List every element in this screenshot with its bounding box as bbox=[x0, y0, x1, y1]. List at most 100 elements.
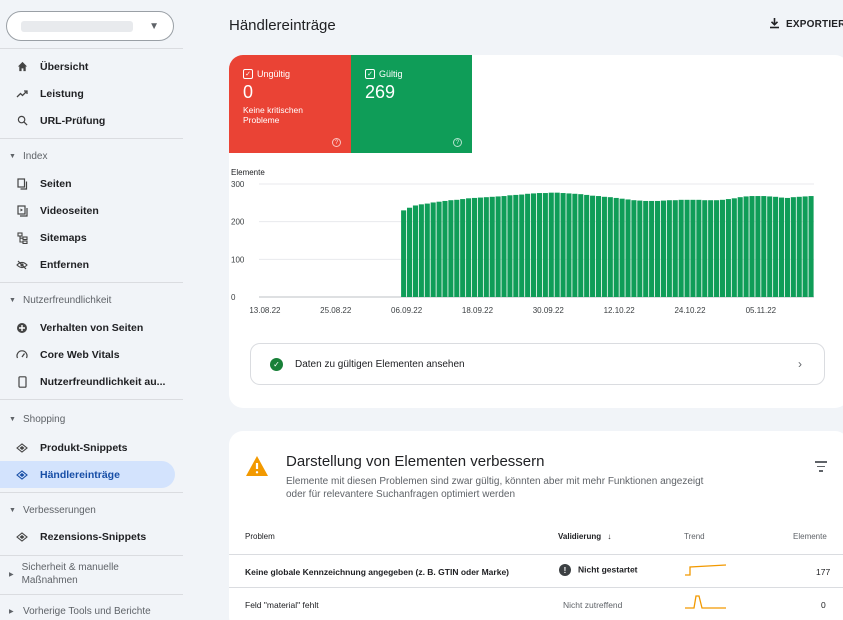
help-icon[interactable]: ? bbox=[332, 138, 341, 147]
chart-bar[interactable] bbox=[489, 196, 495, 297]
chart-bar[interactable] bbox=[684, 199, 690, 297]
sidebar-item-review-snippets[interactable]: Rezensions-Snippets bbox=[0, 523, 175, 550]
chart-bar[interactable] bbox=[595, 196, 602, 297]
chart-bar[interactable] bbox=[690, 199, 696, 297]
chart-bar[interactable] bbox=[625, 199, 631, 297]
sidebar-item-core-web-vitals[interactable]: Core Web Vitals bbox=[0, 341, 175, 368]
chart-bar[interactable] bbox=[767, 196, 773, 297]
export-button[interactable]: EXPORTIER bbox=[769, 17, 843, 32]
sidebar-item-mobile-usability[interactable]: Nutzerfreundlichkeit au... bbox=[0, 368, 175, 395]
chart-bar[interactable] bbox=[672, 200, 678, 297]
section-shopping[interactable]: ▼ Shopping bbox=[0, 408, 65, 430]
chart-bar[interactable] bbox=[548, 192, 554, 297]
sidebar-item-sitemaps[interactable]: Sitemaps bbox=[0, 224, 175, 251]
section-index[interactable]: ▼ Index bbox=[0, 145, 47, 167]
chart-bar[interactable] bbox=[714, 200, 720, 297]
chart-bar[interactable] bbox=[678, 199, 684, 297]
chart-bar[interactable] bbox=[424, 203, 430, 297]
chart-bar[interactable] bbox=[755, 196, 761, 297]
chart-bar[interactable] bbox=[660, 200, 666, 297]
help-icon[interactable]: ? bbox=[453, 138, 462, 147]
chart-bar[interactable] bbox=[560, 193, 566, 297]
column-header-items[interactable]: Elemente bbox=[793, 532, 827, 541]
section-legacy-tools[interactable]: ▶ Vorherige Tools und Berichte bbox=[0, 600, 151, 620]
chart-bar[interactable] bbox=[601, 196, 607, 297]
section-security[interactable]: ▶ Sicherheit & manuelle Maßnahmen bbox=[0, 561, 150, 586]
chart-bar[interactable] bbox=[454, 199, 460, 297]
chart-bar[interactable] bbox=[590, 195, 596, 297]
chart-bar[interactable] bbox=[442, 200, 448, 297]
sidebar-item-video-pages[interactable]: Videoseiten bbox=[0, 197, 175, 224]
sidebar-item-product-snippets[interactable]: Produkt-Snippets bbox=[0, 434, 175, 461]
chart-bar[interactable] bbox=[430, 202, 436, 297]
chart-bar[interactable] bbox=[566, 193, 572, 297]
chart-bar[interactable] bbox=[542, 193, 548, 297]
chart-bar[interactable] bbox=[796, 196, 802, 297]
chart-bar[interactable] bbox=[412, 205, 419, 297]
chart-bar[interactable] bbox=[743, 196, 749, 297]
chart-bar[interactable] bbox=[802, 196, 808, 297]
chart-bar[interactable] bbox=[531, 193, 537, 297]
chart-bar[interactable] bbox=[749, 196, 755, 297]
chart-bar[interactable] bbox=[401, 210, 407, 297]
chart-bar[interactable] bbox=[613, 197, 619, 297]
chart-bar[interactable] bbox=[637, 200, 643, 297]
chart-bar[interactable] bbox=[436, 201, 442, 297]
chart-bar[interactable] bbox=[448, 200, 454, 297]
chart-bar[interactable] bbox=[501, 196, 507, 297]
chart-bar[interactable] bbox=[773, 196, 779, 297]
sidebar-item-performance[interactable]: Leistung bbox=[0, 80, 175, 107]
chart-bar[interactable] bbox=[477, 197, 483, 297]
section-experience[interactable]: ▼ Nutzerfreundlichkeit bbox=[0, 289, 111, 311]
chart-bar[interactable] bbox=[702, 200, 708, 297]
sidebar-item-page-experience[interactable]: Verhalten von Seiten bbox=[0, 314, 175, 341]
column-header-problem[interactable]: Problem bbox=[245, 532, 275, 541]
chart-bar[interactable] bbox=[725, 199, 731, 297]
chart-bar[interactable] bbox=[696, 199, 702, 297]
chart-bar[interactable] bbox=[418, 204, 424, 297]
chart-bar[interactable] bbox=[525, 193, 531, 297]
chart-bar[interactable] bbox=[407, 207, 413, 297]
chart-bar[interactable] bbox=[808, 196, 814, 297]
sidebar-item-merchant-listings[interactable]: Händlereinträge bbox=[0, 461, 175, 488]
chart-bar[interactable] bbox=[619, 198, 625, 297]
chart-bar[interactable] bbox=[643, 200, 649, 297]
chart-bar[interactable] bbox=[708, 200, 714, 297]
chart-bar[interactable] bbox=[778, 197, 785, 297]
chart-bar[interactable] bbox=[519, 194, 525, 297]
valid-tile[interactable]: ✓ Gültig 269 ? bbox=[351, 55, 472, 153]
chart-bar[interactable] bbox=[631, 200, 637, 297]
view-valid-items-button[interactable]: ✓ Daten zu gültigen Elementen ansehen › bbox=[250, 343, 825, 385]
chart-bar[interactable] bbox=[460, 199, 466, 297]
invalid-tile[interactable]: ✓ Ungültig 0 Keine kritischen Probleme ? bbox=[229, 55, 351, 153]
section-enhancements[interactable]: ▼ Verbesserungen bbox=[0, 499, 96, 521]
chart-bar[interactable] bbox=[654, 200, 661, 297]
chart-bar[interactable] bbox=[719, 199, 726, 297]
property-selector[interactable]: ▼ bbox=[6, 11, 174, 41]
chart-bar[interactable] bbox=[554, 192, 560, 297]
sidebar-item-overview[interactable]: Übersicht bbox=[0, 53, 175, 80]
chart-bar[interactable] bbox=[578, 194, 584, 297]
chart-bar[interactable] bbox=[507, 195, 513, 297]
column-header-validation[interactable]: Validierung ↓ bbox=[558, 532, 611, 541]
chart-bar[interactable] bbox=[737, 197, 743, 297]
chart-bar[interactable] bbox=[784, 197, 790, 297]
chart-bar[interactable] bbox=[731, 198, 737, 297]
chart-bar[interactable] bbox=[495, 196, 501, 297]
chart-bar[interactable] bbox=[649, 200, 655, 297]
chart-bar[interactable] bbox=[483, 197, 489, 297]
chart-bar[interactable] bbox=[572, 193, 578, 297]
sidebar-item-pages[interactable]: Seiten bbox=[0, 170, 175, 197]
chart-bar[interactable] bbox=[666, 200, 672, 297]
chart-bar[interactable] bbox=[790, 197, 796, 297]
sidebar-item-removals[interactable]: Entfernen bbox=[0, 251, 175, 278]
filter-icon[interactable] bbox=[815, 461, 827, 475]
chart-bar[interactable] bbox=[513, 194, 519, 297]
chart-bar[interactable] bbox=[536, 193, 542, 297]
chart-bar[interactable] bbox=[761, 196, 767, 297]
chart-bar[interactable] bbox=[584, 194, 590, 297]
chart-bar[interactable] bbox=[607, 197, 613, 297]
chart-bar[interactable] bbox=[471, 197, 478, 297]
sidebar-item-url-inspection[interactable]: URL-Prüfung bbox=[0, 107, 175, 134]
chart-bar[interactable] bbox=[466, 198, 472, 297]
